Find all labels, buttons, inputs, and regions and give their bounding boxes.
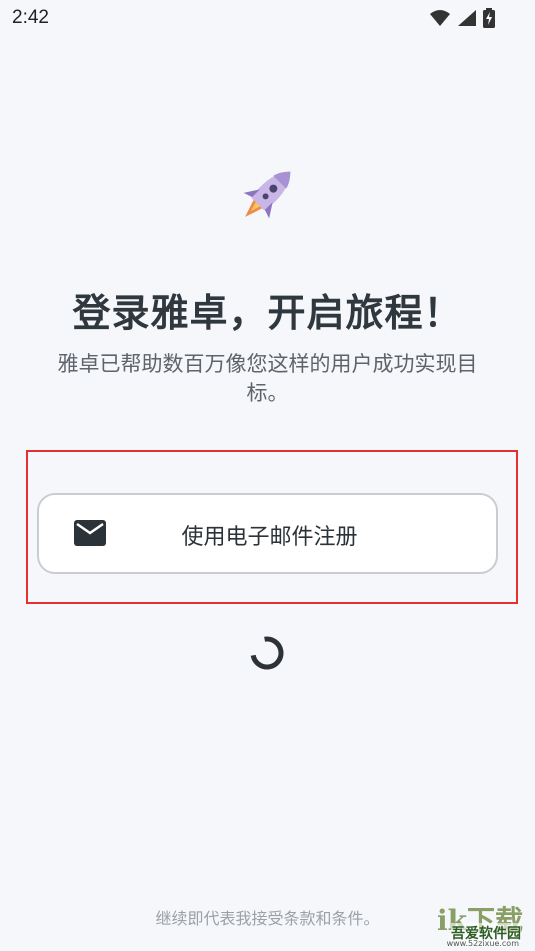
status-bar: 2:42 — [0, 0, 535, 36]
status-time: 2:42 — [12, 7, 49, 28]
status-icons — [429, 8, 495, 28]
email-signup-button[interactable]: 使用电子邮件注册 — [37, 493, 498, 574]
signal-icon — [458, 10, 476, 26]
battery-charging-icon — [483, 8, 495, 28]
email-signup-label: 使用电子邮件注册 — [181, 525, 358, 550]
loading-spinner — [250, 636, 284, 670]
wifi-icon — [430, 10, 450, 26]
watermark-url: www.52zixue.com — [446, 939, 519, 948]
rocket-icon — [243, 171, 291, 219]
page-title: 登录雅卓，开启旅程！ — [72, 291, 463, 335]
page-subtitle: 雅卓已帮助数百万像您这样的用户成功实现目标。 — [57, 352, 478, 405]
watermark: ik下载 吾爱软件园 www.52zixue.com — [399, 899, 529, 948]
